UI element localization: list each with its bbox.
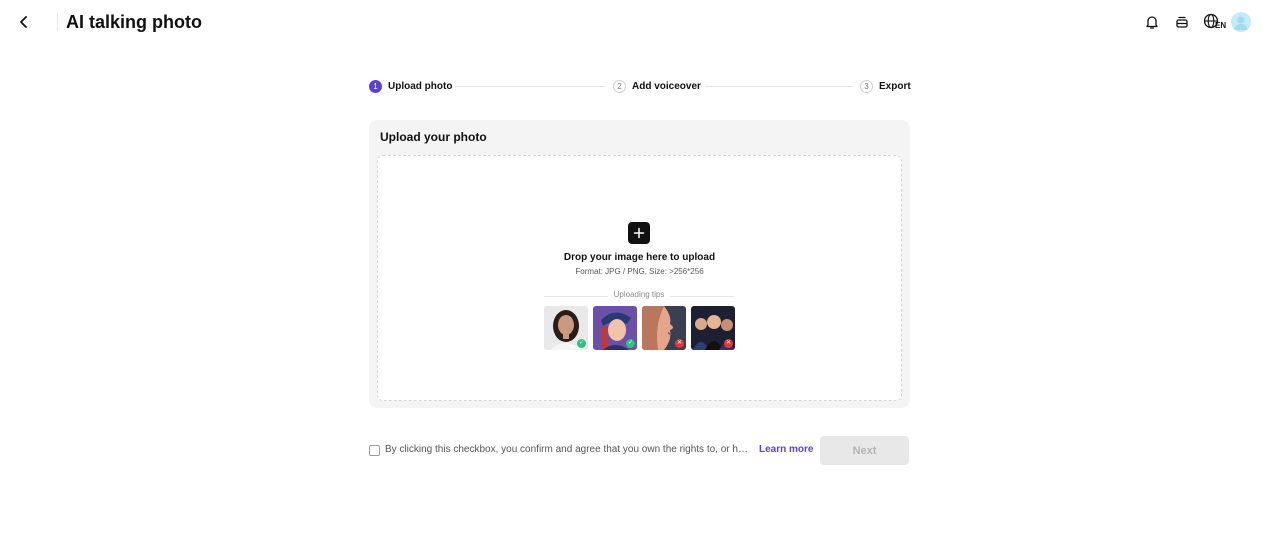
step-number: 3 [860,79,873,93]
user-icon [1234,16,1248,30]
tips-label: Uploading tips [607,290,671,299]
rights-agreement: By clicking this checkbox, you confirm a… [369,443,813,459]
add-image-button[interactable] [628,222,650,244]
tips-label-wrap: Uploading tips [544,290,734,299]
example-bad-side-profile: ✕ [642,306,686,350]
step-label: Add voiceover [632,80,701,92]
notifications-button[interactable] [1141,11,1163,33]
next-button[interactable]: Next [820,436,909,465]
bell-icon [1146,16,1158,29]
drop-title: Drop your image here to upload [563,252,716,263]
check-icon: ✓ [626,339,635,348]
step-connector [455,86,605,87]
cross-icon: ✕ [675,339,684,348]
language-code: EN [1215,21,1227,30]
format-hint: Format: JPG / PNG, Size: >256*256 [575,267,704,276]
stepper: 1 Upload photo 2 Add voiceover 3 Export [369,78,911,94]
step-number: 1 [369,79,382,93]
example-good-portrait: ✓ [544,306,588,350]
step-connector [705,86,853,87]
avatar[interactable] [1231,12,1251,32]
rights-agreement-text: By clicking this checkbox, you confirm a… [385,444,751,455]
step-label: Export [879,80,911,92]
cross-icon: ✕ [724,339,733,348]
step-number: 2 [613,79,626,93]
header-divider [57,13,58,31]
stack-icon [1176,16,1188,28]
top-bar: AI talking photo EN [0,0,1280,44]
step-upload-photo[interactable]: 1 Upload photo [369,78,452,94]
language-button[interactable]: EN [1202,11,1228,33]
rights-checkbox[interactable] [369,445,380,456]
example-good-cartoon: ✓ [593,306,637,350]
page-title: AI talking photo [66,12,202,32]
uploading-tips: Uploading tips [544,290,734,302]
step-label: Upload photo [388,80,453,92]
upload-card: Upload your photo Drop your image here t… [369,120,910,408]
chevron-left-icon [20,16,27,28]
example-bad-group: ✕ [691,306,735,350]
learn-more-link[interactable]: Learn more [759,444,813,455]
back-button[interactable] [13,11,35,33]
example-thumbnails: ✓ ✓ ✕ ✕ [544,306,735,350]
step-export[interactable]: 3 Export [860,78,911,94]
step-add-voiceover[interactable]: 2 Add voiceover [613,78,701,94]
upload-card-title: Upload your photo [380,130,487,144]
check-icon: ✓ [577,339,586,348]
image-dropzone[interactable]: Drop your image here to upload Format: J… [377,155,902,401]
plus-icon [633,227,645,239]
projects-button[interactable] [1171,11,1193,33]
